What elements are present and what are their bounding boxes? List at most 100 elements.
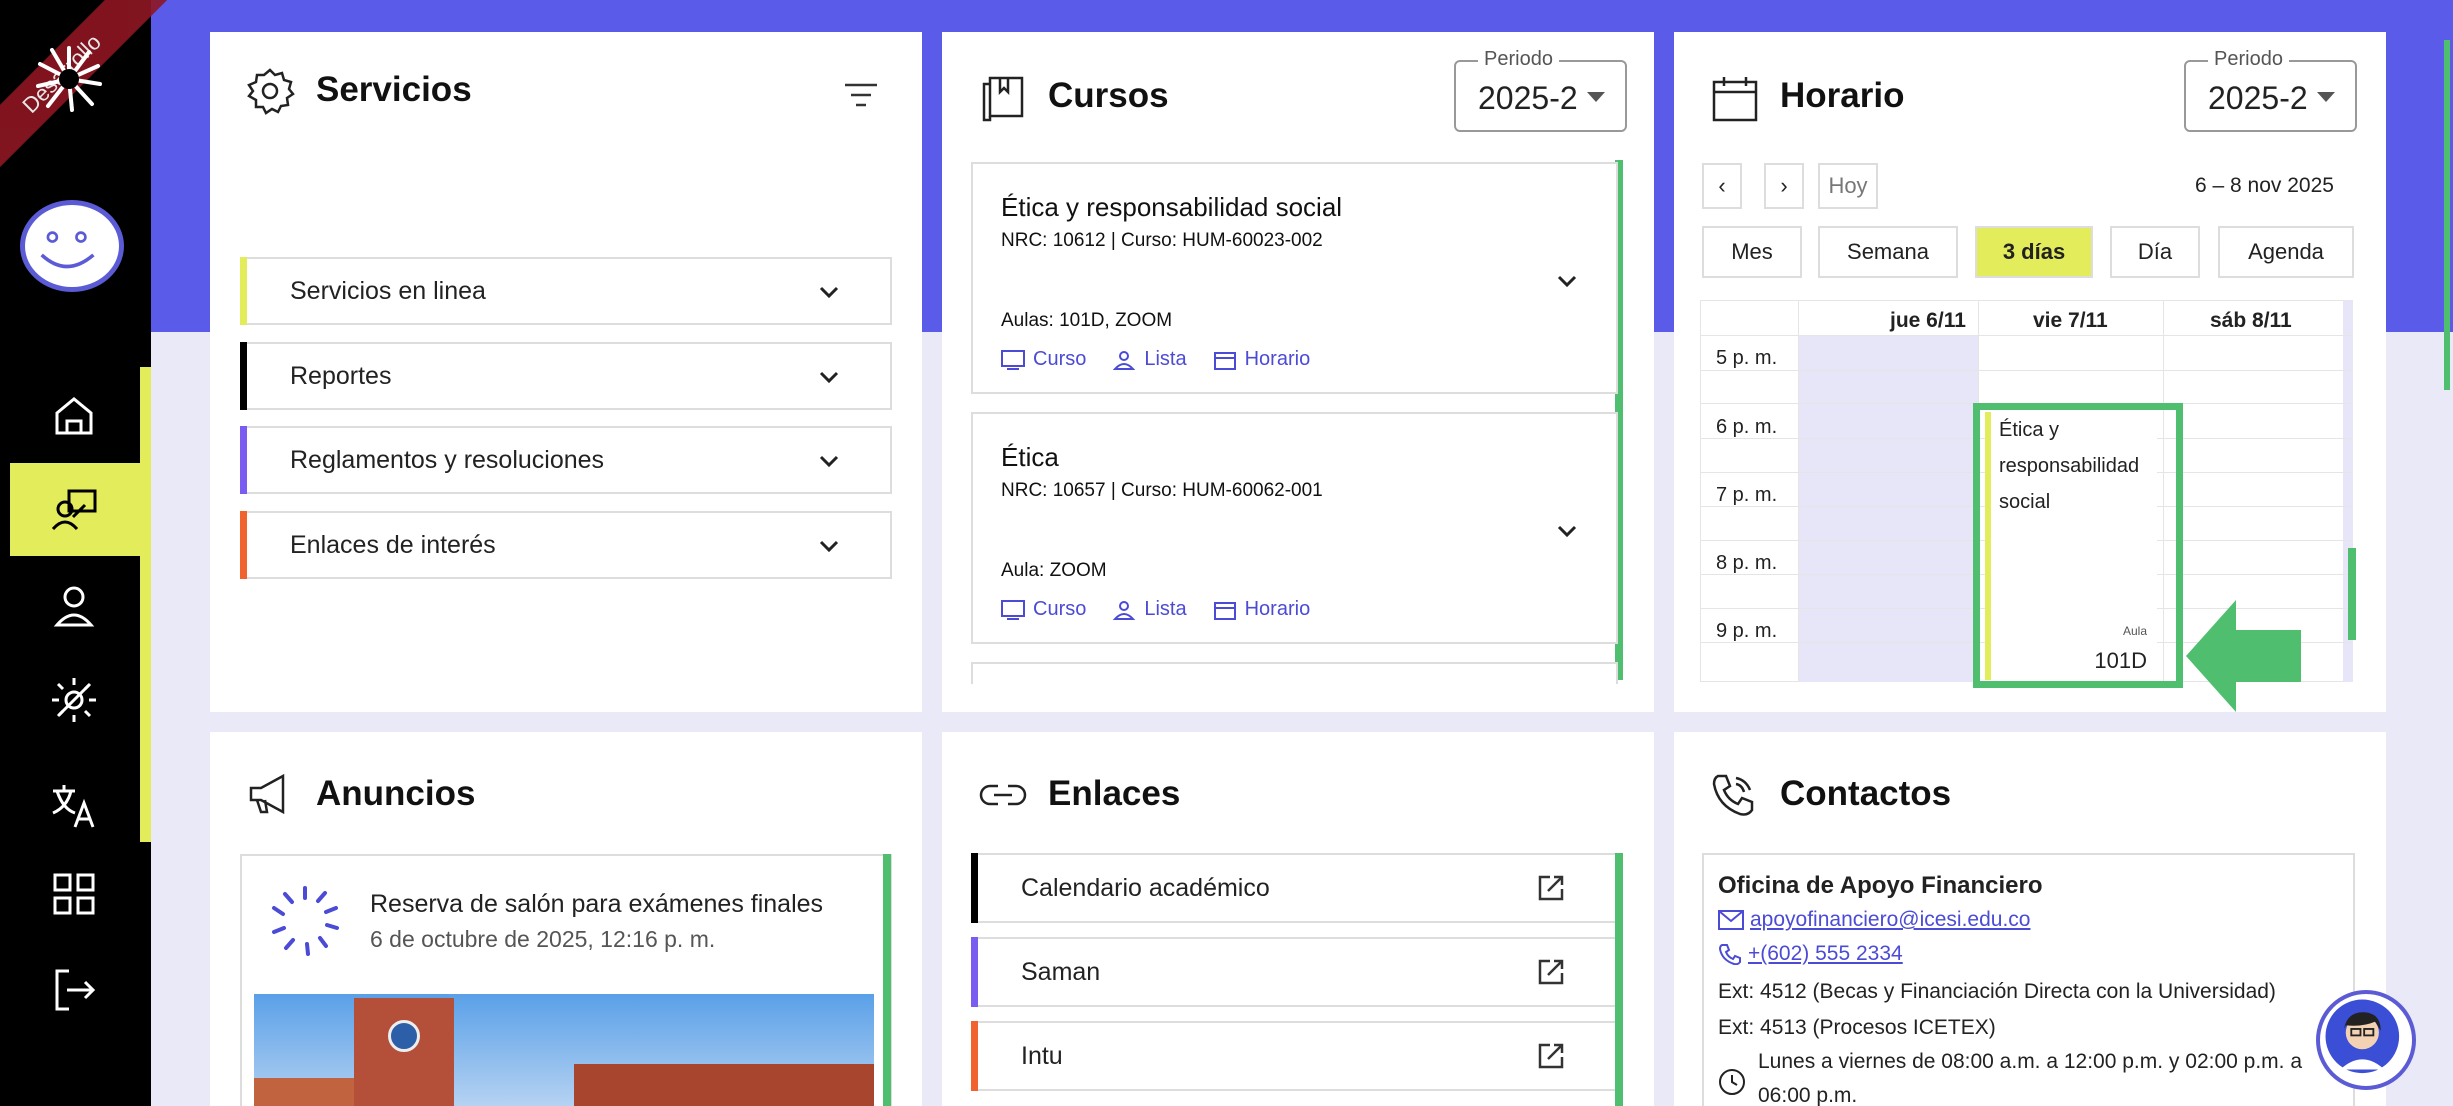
view-semana-button[interactable]: Semana: [1818, 226, 1958, 278]
contact-phone: +(602) 555 2334: [1748, 942, 1903, 965]
chevron-down-icon[interactable]: [1556, 270, 1578, 292]
calendar-next-button[interactable]: ›: [1764, 163, 1804, 209]
link-label: Horario: [1244, 348, 1311, 370]
chevron-down-icon: [819, 371, 839, 384]
megaphone-icon: [245, 770, 295, 820]
prev-label: ‹: [1718, 173, 1726, 198]
event-title-line: social: [1999, 491, 2051, 513]
monitor-icon: [1001, 599, 1025, 620]
calendar-range: 6 – 8 nov 2025: [2195, 174, 2334, 197]
horario-title: Horario: [1780, 76, 1905, 115]
accordion-enlaces-interes[interactable]: Enlaces de interés: [240, 511, 892, 579]
periodo-label: Periodo: [1478, 48, 1559, 71]
accordion-label: Reglamentos y resoluciones: [290, 445, 605, 474]
contact-email-row[interactable]: apoyofinanciero@icesi.edu.co: [1718, 908, 2031, 932]
accordion-servicios-en-linea[interactable]: Servicios en linea: [240, 257, 892, 325]
mail-icon: [1718, 910, 1744, 930]
link-intu[interactable]: Intu: [971, 1021, 1618, 1091]
course-link-lista[interactable]: Lista: [1112, 598, 1187, 621]
course-card-partial[interactable]: [971, 662, 1618, 684]
col-divider: [1798, 300, 1799, 682]
calendar-today-button[interactable]: Hoy: [1818, 163, 1878, 209]
link-color-bar: [971, 937, 978, 1007]
scroll-indicator[interactable]: [1615, 853, 1623, 1106]
phone-icon: [1708, 770, 1758, 820]
nav-language[interactable]: [38, 770, 110, 842]
horario-periodo-select[interactable]: Periodo 2025-2: [2184, 48, 2357, 132]
view-3dias-button[interactable]: 3 días: [1975, 226, 2093, 278]
clock-icon: [1719, 1069, 1745, 1095]
event-title-line: Ética y: [1999, 419, 2060, 441]
accordion-label: Reportes: [290, 361, 392, 390]
arrow-left-icon: [2186, 600, 2301, 712]
day-header: jue 6/11: [1890, 309, 1966, 332]
course-name: Ética: [1001, 442, 1059, 472]
link-label: Lista: [1144, 348, 1187, 370]
course-link-horario[interactable]: Horario: [1213, 348, 1311, 371]
chatbot-button[interactable]: [2316, 990, 2416, 1090]
view-label: Agenda: [2248, 239, 2324, 264]
link-label: Calendario académico: [1021, 873, 1270, 902]
contact-ext: Ext: 4512 (Becas y Financiación Directa …: [1718, 980, 2276, 1003]
link-saman[interactable]: Saman: [971, 937, 1618, 1007]
periodo-label: Periodo: [2208, 48, 2289, 71]
contact-ext: Ext: 4513 (Procesos ICETEX): [1718, 1016, 1996, 1039]
enlaces-title: Enlaces: [1048, 774, 1181, 813]
nav-profile[interactable]: [38, 570, 110, 642]
link-icon: [978, 770, 1028, 820]
assistant-avatar-icon: [2325, 999, 2400, 1074]
link-color-bar: [971, 1021, 978, 1091]
accordion-label: Servicios en linea: [290, 276, 486, 305]
cursos-title: Cursos: [1048, 76, 1169, 115]
phone-icon: [1718, 944, 1741, 965]
caret-down-icon: [1587, 92, 1605, 102]
view-dia-button[interactable]: Día: [2110, 226, 2200, 278]
nav-apps[interactable]: [38, 858, 110, 930]
calendar-scroll-thumb[interactable]: [2348, 548, 2356, 640]
course-link-curso[interactable]: Curso: [1001, 348, 1086, 371]
chevron-down-icon[interactable]: [1556, 520, 1578, 542]
servicios-title: Servicios: [316, 70, 472, 109]
brightness-icon: [52, 678, 96, 722]
accordion-color-bar: [240, 511, 247, 579]
view-label: Mes: [1731, 239, 1773, 264]
event-title-line: responsabilidad: [1999, 455, 2140, 477]
filter-icon[interactable]: [845, 82, 877, 108]
chevron-down-icon: [819, 286, 839, 299]
course-card[interactable]: Ética y responsabilidad social NRC: 1061…: [971, 162, 1618, 394]
link-color-bar: [971, 853, 978, 923]
course-card[interactable]: Ética NRC: 10657 | Curso: HUM-60062-001 …: [971, 412, 1618, 644]
day-header: sáb 8/11: [2210, 309, 2292, 332]
calendar-prev-button[interactable]: ‹: [1702, 163, 1742, 209]
view-agenda-button[interactable]: Agenda: [2218, 226, 2354, 278]
periodo-value: 2025-2: [2208, 80, 2308, 116]
nav-teacher[interactable]: [38, 474, 110, 546]
view-mes-button[interactable]: Mes: [1702, 226, 1802, 278]
course-link-horario[interactable]: Horario: [1213, 598, 1310, 621]
time-label: 8 p. m.: [1716, 552, 1778, 574]
nav-theme[interactable]: [38, 664, 110, 736]
apps-icon: [53, 873, 95, 915]
nav-home[interactable]: [38, 380, 110, 452]
link-calendario-academico[interactable]: Calendario académico: [971, 853, 1618, 923]
course-name: Ética y responsabilidad social: [1001, 192, 1343, 222]
announcement-card[interactable]: Reserva de salón para exámenes finales 6…: [240, 854, 892, 1106]
course-link-lista[interactable]: Lista: [1112, 348, 1187, 371]
accordion-label: Enlaces de interés: [290, 530, 496, 559]
caret-down-icon: [2317, 92, 2335, 102]
accordion-reportes[interactable]: Reportes: [240, 342, 892, 410]
avatar[interactable]: [20, 200, 124, 292]
accordion-reglamentos[interactable]: Reglamentos y resoluciones: [240, 426, 892, 494]
link-label: Saman: [1021, 957, 1101, 986]
contact-phone-row[interactable]: +(602) 555 2334: [1718, 942, 1903, 966]
cursos-periodo-select[interactable]: Periodo 2025-2: [1454, 48, 1627, 132]
nav-logout[interactable]: [38, 954, 110, 1026]
page-scroll-thumb[interactable]: [2444, 40, 2450, 390]
calendar-event[interactable]: Ética y responsabilidad social Aula 101D: [1985, 412, 2157, 680]
course-link-curso[interactable]: Curso: [1001, 598, 1086, 621]
view-label: 3 días: [2002, 239, 2066, 264]
monitor-icon: [1001, 349, 1025, 370]
view-label: Día: [2137, 239, 2173, 264]
contact-email: apoyofinanciero@icesi.edu.co: [1750, 908, 2031, 931]
scroll-indicator[interactable]: [883, 854, 891, 1106]
